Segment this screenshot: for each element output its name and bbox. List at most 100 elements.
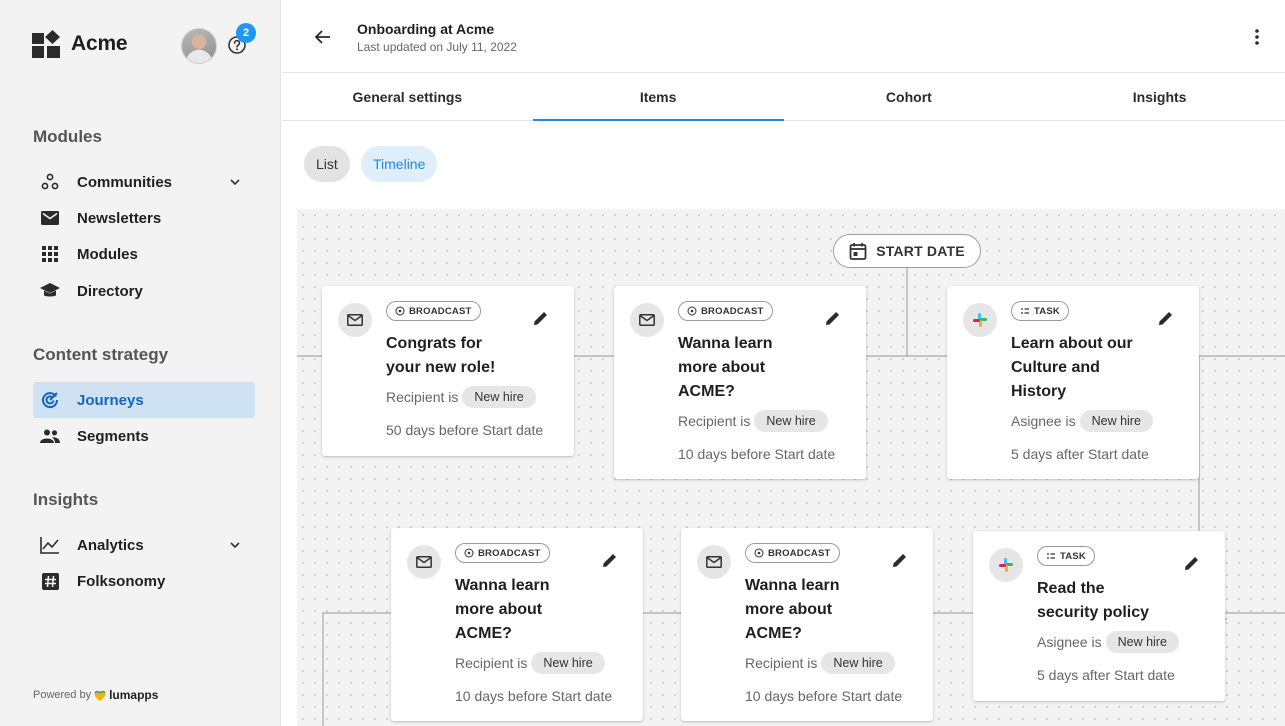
slack-icon (989, 548, 1023, 582)
page-title: Onboarding at Acme (357, 21, 495, 37)
hashtag-icon (40, 571, 60, 591)
envelope-outline-icon (630, 303, 664, 337)
assignee-chip: New hire (1079, 410, 1153, 432)
envelope-outline-icon (338, 303, 372, 337)
chart-line-icon (40, 535, 60, 555)
timeline-card[interactable]: BROADCAST Wanna learn more about ACME? Rec… (391, 528, 643, 721)
more-options-icon[interactable] (1249, 28, 1265, 46)
app-name: Acme (71, 32, 128, 55)
sidebar-item-journeys[interactable]: Journeys (33, 382, 255, 418)
people-icon (40, 426, 60, 446)
sidebar-item-label: Journeys (77, 391, 144, 409)
tab-bar: General settings Items Cohort Insights (282, 74, 1285, 121)
sidebar-item-modules[interactable]: Modules (33, 236, 255, 272)
graduation-cap-icon (40, 281, 60, 301)
edit-pencil-icon[interactable] (891, 551, 909, 569)
user-avatar[interactable] (181, 28, 217, 64)
envelope-outline-icon (407, 545, 441, 579)
card-title: Wanna learn more about ACME? (455, 577, 550, 642)
sidebar-item-label: Directory (77, 282, 143, 300)
section-title-insights: Insights (33, 490, 99, 509)
card-schedule: 10 days before Start date (455, 688, 613, 704)
tab-items[interactable]: Items (532, 74, 784, 121)
sidebar-item-analytics[interactable]: Analytics (33, 527, 255, 563)
communities-icon (40, 172, 60, 192)
broadcast-icon (754, 548, 764, 558)
chevron-down-icon[interactable] (227, 174, 243, 190)
envelope-icon (40, 208, 60, 228)
task-type-badge: TASK (1011, 301, 1069, 321)
sidebar-item-label: Folksonomy (77, 572, 166, 590)
timeline-canvas[interactable]: START DATE BROADCAST Congrats for your ne… (297, 209, 1285, 726)
assignee-chip: New hire (1105, 631, 1179, 653)
broadcast-icon (395, 306, 405, 316)
broadcast-type-badge: BROADCAST (745, 543, 840, 563)
card-title: Wanna learn more about ACME? (678, 335, 773, 400)
card-title: Learn about our Culture and History (1011, 335, 1133, 400)
sidebar-item-communities[interactable]: Communities (33, 164, 255, 200)
card-recipient: Recipient is New hire (386, 386, 536, 408)
powered-by: Powered by lumapps (33, 688, 158, 702)
powered-by-brand[interactable]: lumapps (109, 688, 158, 702)
broadcast-type-badge: BROADCAST (386, 301, 481, 321)
sidebar-item-label: Segments (77, 427, 149, 445)
sidebar-item-segments[interactable]: Segments (33, 418, 255, 454)
edit-pencil-icon[interactable] (1183, 554, 1201, 572)
chevron-down-icon[interactable] (227, 537, 243, 553)
timeline-card[interactable]: BROADCAST Wanna learn more about ACME? Rec… (614, 286, 866, 479)
calendar-icon (849, 243, 867, 260)
sidebar-item-newsletters[interactable]: Newsletters (33, 200, 255, 236)
notification-badge: 2 (236, 23, 256, 43)
acme-logo-icon (32, 30, 60, 58)
edit-pencil-icon[interactable] (824, 309, 842, 327)
task-type-badge: TASK (1037, 546, 1095, 566)
timeline-card[interactable]: BROADCAST Congrats for your new role! Rec… (322, 286, 574, 456)
card-schedule: 50 days before Start date (386, 422, 544, 438)
section-title-content-strategy: Content strategy (33, 345, 169, 364)
journeys-icon (40, 390, 60, 410)
sidebar-item-directory[interactable]: Directory (33, 273, 255, 309)
card-recipient: Recipient is New hire (678, 410, 828, 432)
card-recipient: Recipient is New hire (745, 652, 895, 674)
edit-pencil-icon[interactable] (1157, 309, 1175, 327)
recipient-chip: New hire (821, 652, 895, 674)
task-list-icon (1021, 308, 1029, 314)
view-timeline-chip[interactable]: Timeline (361, 146, 438, 182)
edit-pencil-icon[interactable] (601, 551, 619, 569)
brand[interactable]: Acme (32, 30, 128, 58)
tab-insights[interactable]: Insights (1034, 74, 1285, 120)
sidebar-item-label: Communities (77, 173, 173, 191)
page-subtitle: Last updated on July 11, 2022 (357, 40, 517, 54)
recipient-chip: New hire (462, 386, 536, 408)
arrow-back-icon[interactable] (312, 26, 334, 48)
edit-pencil-icon[interactable] (532, 309, 550, 327)
envelope-outline-icon (697, 545, 731, 579)
broadcast-icon (464, 548, 474, 558)
card-recipient: Asignee is New hire (1011, 410, 1153, 432)
timeline-card[interactable]: BROADCAST Wanna learn more about ACME? Rec… (681, 528, 933, 721)
tab-cohort[interactable]: Cohort (784, 74, 1035, 120)
card-schedule: 10 days before Start date (678, 446, 836, 462)
start-date-node[interactable]: START DATE (833, 234, 981, 268)
timeline-card[interactable]: TASK Learn about our Culture and History A… (947, 286, 1199, 479)
recipient-chip: New hire (531, 652, 605, 674)
broadcast-type-badge: BROADCAST (455, 543, 550, 563)
task-list-icon (1047, 553, 1055, 559)
broadcast-icon (687, 306, 697, 316)
page-header: Onboarding at Acme Last updated on July … (282, 0, 1285, 73)
grid-icon (40, 244, 60, 264)
card-title: Wanna learn more about ACME? (745, 577, 840, 642)
card-recipient: Recipient is New hire (455, 652, 605, 674)
broadcast-type-badge: BROADCAST (678, 301, 773, 321)
lumapps-logo-icon (94, 690, 106, 701)
powered-by-label: Powered by (33, 689, 92, 701)
card-recipient: Asignee is New hire (1037, 631, 1179, 653)
timeline-card[interactable]: TASK Read the security policy Asignee is N… (973, 531, 1225, 701)
sidebar-item-folksonomy[interactable]: Folksonomy (33, 563, 255, 599)
view-list-chip[interactable]: List (304, 146, 350, 182)
card-title: Congrats for your new role! (386, 335, 496, 376)
slack-icon (963, 303, 997, 337)
tab-general-settings[interactable]: General settings (282, 74, 533, 120)
card-schedule: 5 days after Start date (1037, 667, 1175, 683)
card-title: Read the security policy (1037, 580, 1150, 621)
